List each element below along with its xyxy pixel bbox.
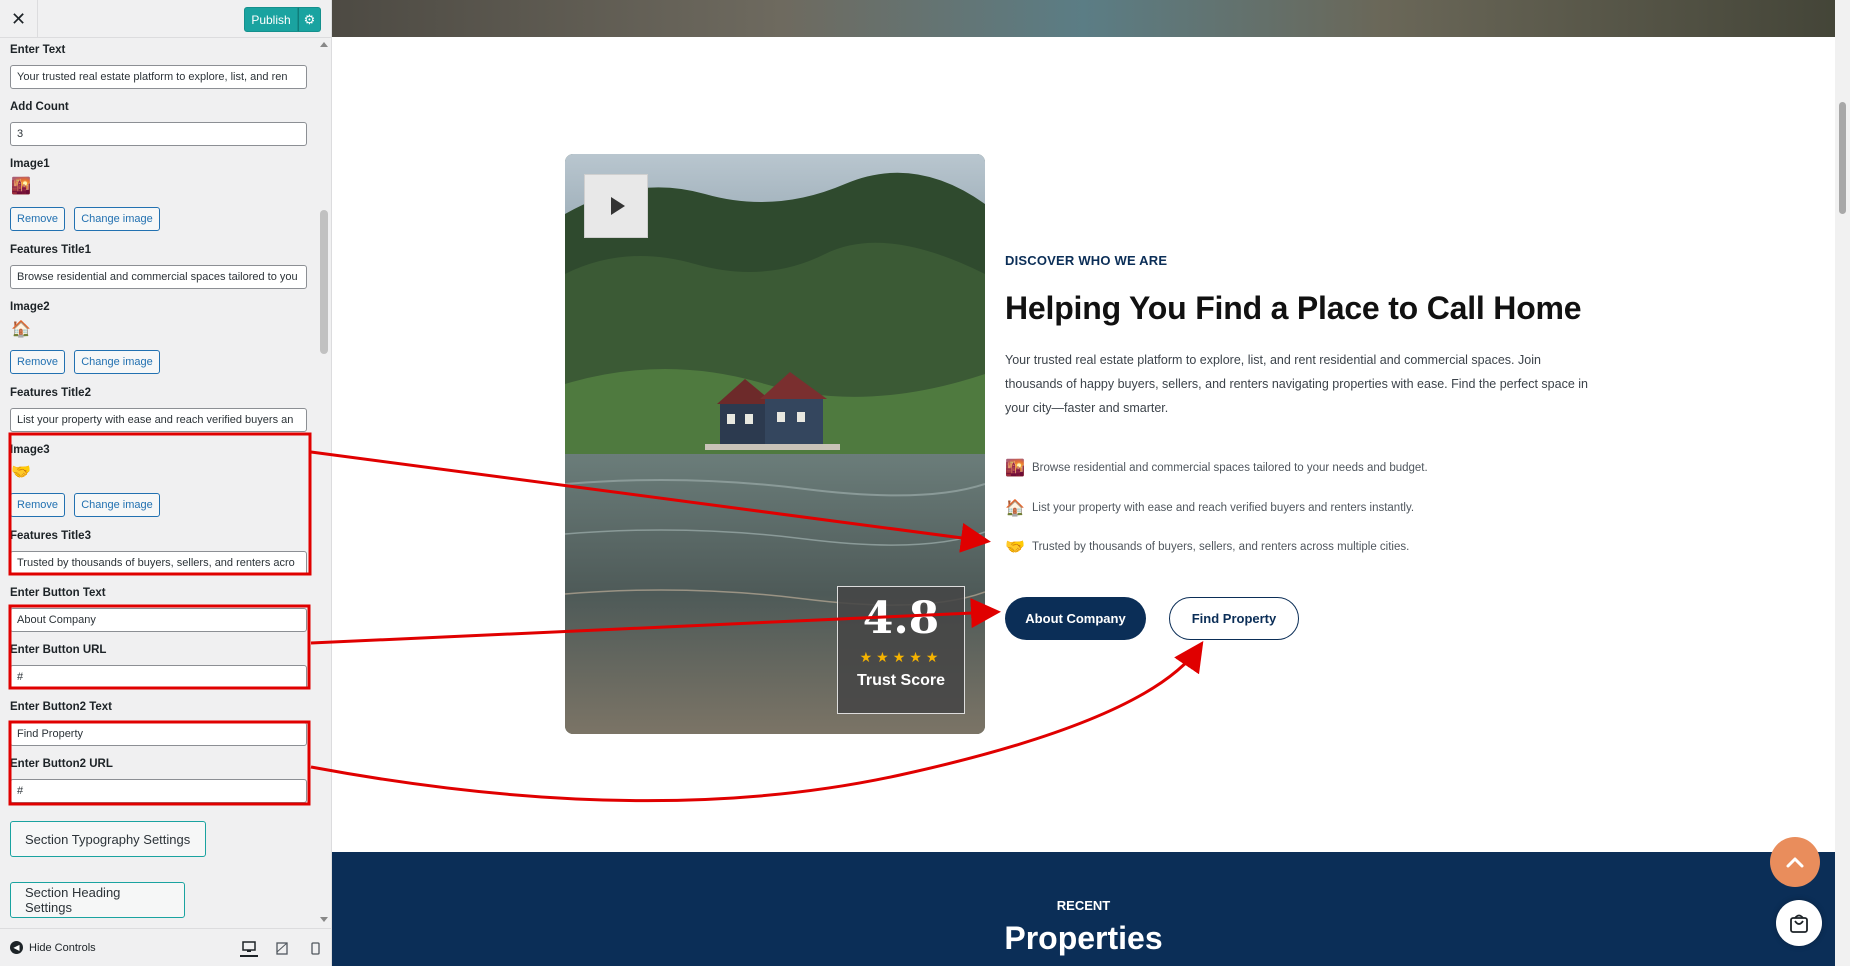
- button-text-input[interactable]: About Company: [10, 608, 307, 632]
- image3-label: Image3: [10, 444, 50, 456]
- customizer-sidebar: ✕ Publish ⚙ Enter Text Your trusted real…: [0, 0, 332, 966]
- recent-properties-section: RECENT Properties: [332, 852, 1835, 966]
- button2-url-input[interactable]: #: [10, 779, 307, 803]
- play-button[interactable]: [584, 174, 648, 238]
- button-text-label: Enter Button Text: [10, 587, 106, 599]
- features-title3-input[interactable]: Trusted by thousands of buyers, sellers,…: [10, 551, 307, 575]
- image2-thumbnail-icon: 🏠: [11, 321, 31, 338]
- sidebar-scroll-thumb[interactable]: [320, 210, 328, 354]
- hide-controls-label: Hide Controls: [29, 941, 96, 954]
- shopping-bag-icon: [1790, 914, 1808, 933]
- hide-controls-button[interactable]: ◀ Hide Controls: [10, 941, 96, 954]
- collapse-arrow-icon: ◀: [10, 941, 23, 954]
- button-url-label: Enter Button URL: [10, 644, 107, 656]
- desktop-icon: [242, 941, 256, 952]
- hero-image-strip: [332, 0, 1835, 37]
- feature-text-3: Trusted by thousands of buyers, sellers,…: [1032, 541, 1410, 553]
- publish-button[interactable]: Publish: [244, 7, 298, 32]
- features-title2-input[interactable]: List your property with ease and reach v…: [10, 408, 307, 432]
- image3-thumbnail-icon: 🤝: [11, 464, 31, 481]
- chevron-up-icon: [1786, 857, 1804, 868]
- tablet-icon: [276, 941, 288, 955]
- recent-eyebrow: RECENT: [1056, 898, 1111, 913]
- image3-change-image-button[interactable]: Change image: [74, 493, 160, 517]
- back-to-top-button[interactable]: [1770, 837, 1820, 887]
- video-thumbnail[interactable]: 4.8 ★★★★★ Trust Score: [565, 154, 985, 734]
- site-preview: 4.8 ★★★★★ Trust Score DISCOVER WHO WE AR…: [332, 0, 1835, 966]
- preview-mobile-button[interactable]: [306, 939, 324, 957]
- preview-desktop-button[interactable]: [240, 939, 258, 957]
- section-eyebrow: DISCOVER WHO WE ARE: [1005, 253, 1168, 268]
- trust-score-badge: 4.8 ★★★★★ Trust Score: [837, 586, 965, 714]
- close-customizer-button[interactable]: ✕: [0, 0, 38, 38]
- preview-tablet-button[interactable]: [273, 939, 291, 957]
- close-icon: ✕: [10, 8, 27, 29]
- publish-settings-button[interactable]: ⚙: [298, 7, 321, 32]
- feature-item-1: 🌇 Browse residential and commercial spac…: [1005, 458, 1428, 478]
- about-company-button[interactable]: About Company: [1005, 597, 1146, 640]
- image2-remove-button[interactable]: Remove: [10, 350, 65, 374]
- button2-url-label: Enter Button2 URL: [10, 758, 113, 770]
- sidebar-scrollbar[interactable]: [318, 38, 331, 928]
- image1-thumbnail-icon: 🌇: [11, 178, 31, 195]
- star-rating-icon: ★★★★★: [859, 649, 943, 665]
- image1-label: Image1: [10, 158, 50, 170]
- add-count-input[interactable]: 3: [10, 122, 307, 146]
- mobile-icon: [310, 941, 320, 955]
- features-title2-label: Features Title2: [10, 387, 91, 399]
- sidebar-footer: ◀ Hide Controls: [0, 928, 331, 966]
- image2-label: Image2: [10, 301, 50, 313]
- city-icon: 🌇: [1005, 460, 1025, 477]
- gear-icon: ⚙: [303, 11, 316, 27]
- features-title1-label: Features Title1: [10, 244, 91, 256]
- scroll-up-icon[interactable]: [320, 42, 328, 47]
- feature-item-2: 🏠 List your property with ease and reach…: [1005, 498, 1414, 518]
- recent-title: Properties: [1004, 920, 1163, 956]
- button-url-input[interactable]: #: [10, 665, 307, 689]
- handshake-icon: 🤝: [1005, 539, 1025, 556]
- scroll-down-icon[interactable]: [320, 917, 328, 922]
- button2-text-label: Enter Button2 Text: [10, 701, 113, 713]
- enter-text-input[interactable]: Your trusted real estate platform to exp…: [10, 65, 307, 89]
- section-typography-settings-button[interactable]: Section Typography Settings: [10, 821, 206, 857]
- sidebar-controls: Enter Text Your trusted real estate plat…: [0, 38, 331, 928]
- enter-text-label: Enter Text: [10, 44, 66, 56]
- image2-change-image-button[interactable]: Change image: [74, 350, 160, 374]
- image3-remove-button[interactable]: Remove: [10, 493, 65, 517]
- trust-score-value: 4.8: [862, 593, 940, 644]
- section-heading: Helping You Find a Place to Call Home: [1005, 290, 1582, 326]
- trust-score-label: Trust Score: [856, 672, 946, 689]
- house-icon: 🏠: [1005, 500, 1025, 517]
- feature-item-3: 🤝 Trusted by thousands of buyers, seller…: [1005, 537, 1409, 557]
- play-icon: [611, 197, 625, 215]
- cart-button[interactable]: [1776, 900, 1822, 946]
- find-property-button[interactable]: Find Property: [1169, 597, 1299, 640]
- section-heading-settings-button[interactable]: Section Heading Settings: [10, 882, 185, 918]
- add-count-label: Add Count: [10, 101, 69, 113]
- features-title3-label: Features Title3: [10, 530, 91, 542]
- feature-text-2: List your property with ease and reach v…: [1032, 502, 1415, 514]
- features-title1-input[interactable]: Browse residential and commercial spaces…: [10, 265, 307, 289]
- sidebar-header: ✕ Publish ⚙: [0, 0, 331, 38]
- preview-scrollbar[interactable]: [1835, 0, 1850, 966]
- button2-text-input[interactable]: Find Property: [10, 722, 307, 746]
- feature-text-1: Browse residential and commercial spaces…: [1032, 462, 1428, 474]
- image1-change-image-button[interactable]: Change image: [74, 207, 160, 231]
- image1-remove-button[interactable]: Remove: [10, 207, 65, 231]
- preview-scroll-thumb[interactable]: [1839, 102, 1846, 214]
- section-description: Your trusted real estate platform to exp…: [1005, 353, 1588, 415]
